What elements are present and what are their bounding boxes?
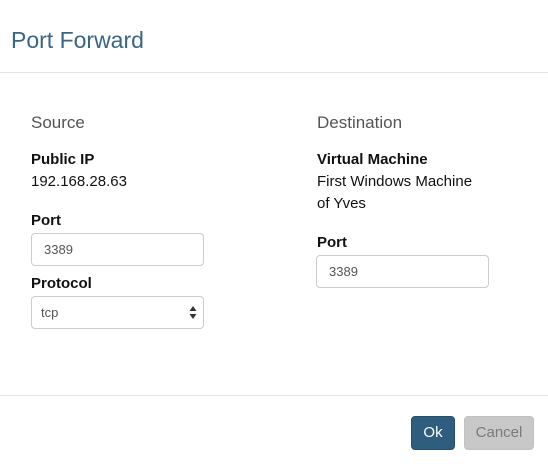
ok-button[interactable]: Ok bbox=[411, 416, 455, 450]
source-port-label: Port bbox=[31, 212, 61, 229]
protocol-select[interactable]: tcp bbox=[31, 296, 204, 329]
dialog-title: Port Forward bbox=[11, 27, 144, 53]
cancel-button[interactable]: Cancel bbox=[464, 416, 534, 450]
virtual-machine-name-line1: First Windows Machine bbox=[317, 173, 473, 190]
public-ip-label: Public IP bbox=[31, 151, 95, 168]
protocol-label: Protocol bbox=[31, 275, 92, 292]
source-port-input[interactable]: 3389 bbox=[31, 233, 204, 266]
virtual-machine-label: Virtual Machine bbox=[317, 151, 428, 168]
destination-port-label: Port bbox=[317, 234, 347, 251]
virtual-machine-name-line2: of Yves bbox=[317, 195, 366, 212]
protocol-selected-value: tcp bbox=[41, 305, 59, 320]
dialog-footer: Ok Cancel bbox=[0, 395, 548, 468]
destination-port-input[interactable]: 3389 bbox=[316, 255, 489, 288]
select-updown-arrows-icon bbox=[189, 306, 197, 319]
public-ip-value: 192.168.28.63 bbox=[31, 173, 127, 190]
destination-heading: Destination bbox=[317, 113, 403, 132]
port-forward-dialog: Port Forward Source Public IP 192.168.28… bbox=[0, 0, 548, 468]
source-heading: Source bbox=[31, 113, 85, 132]
dialog-header: Port Forward bbox=[0, 0, 548, 73]
